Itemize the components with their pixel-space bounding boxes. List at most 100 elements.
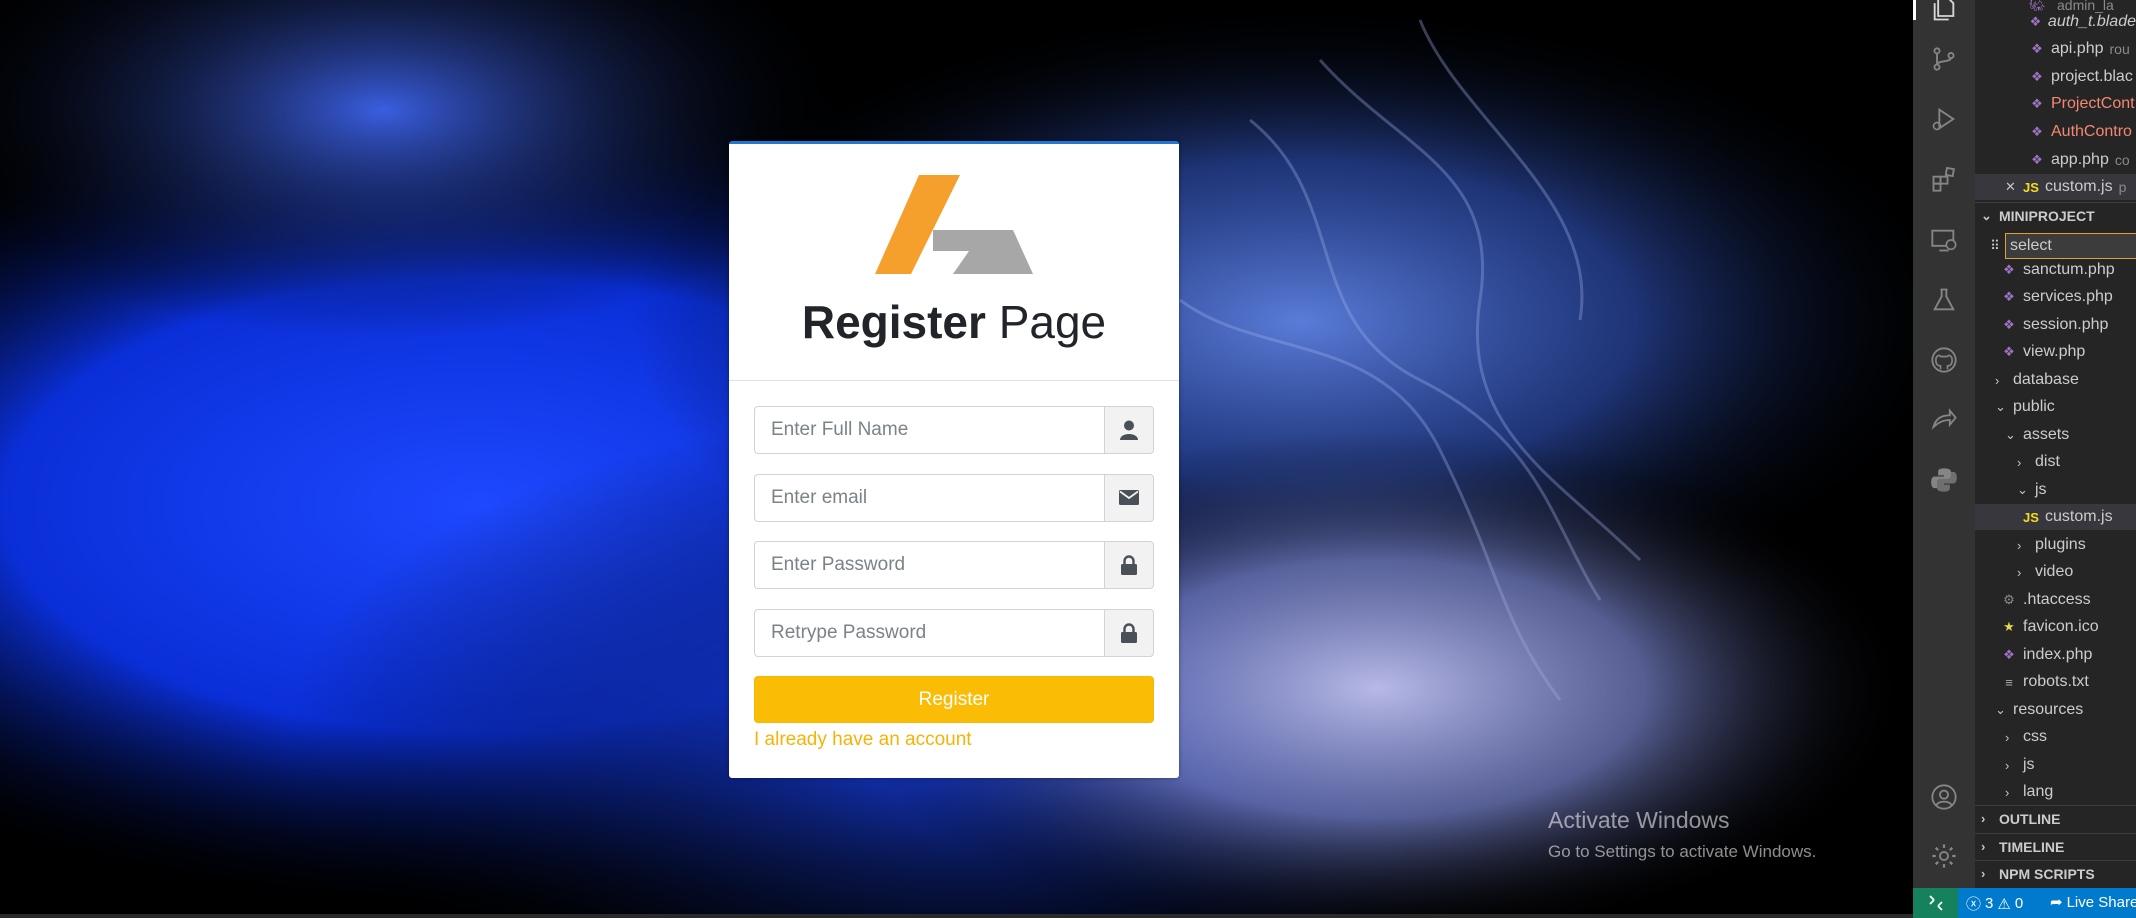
php-icon: ❖ <box>2031 41 2043 56</box>
tree-item[interactable]: ≡ robots.txt <box>1975 669 2136 695</box>
close-icon[interactable]: ✕ <box>2005 179 2019 195</box>
bottom-strip <box>0 914 1913 918</box>
lock-icon <box>1104 541 1154 589</box>
chevron-right-icon: › <box>2005 757 2010 773</box>
tree-item[interactable]: ❖ session.php <box>1975 312 2136 338</box>
tree-item[interactable]: ❖ view.php <box>1975 339 2136 365</box>
retype-password-group <box>754 608 1154 657</box>
live-share-icon[interactable] <box>1929 405 1959 435</box>
password-group <box>754 541 1154 589</box>
tree-item-selected[interactable]: JS custom.js <box>1975 504 2136 530</box>
watermark-title: Activate Windows <box>1548 807 1730 833</box>
tree-item[interactable]: ⚙ .htaccess <box>1975 587 2136 613</box>
tree-folder[interactable]: ⌄ assets <box>1975 422 2136 448</box>
open-editor-item[interactable]: ❖ auth_t.blade <box>1975 9 2136 35</box>
user-icon <box>1104 406 1154 454</box>
php-icon: ❖ <box>2031 152 2043 167</box>
remote-explorer-icon[interactable] <box>1929 225 1959 255</box>
live-share-status[interactable]: ➦ Live Share <box>2050 893 2136 912</box>
active-indicator <box>1913 0 1916 20</box>
outline-section-header[interactable]: › OUTLINE <box>1975 805 2136 831</box>
testing-flask-icon[interactable] <box>1929 285 1959 315</box>
open-editor-item[interactable]: ❖ app.php co <box>1975 147 2136 173</box>
tree-item[interactable]: ❖ services.php <box>1975 284 2136 310</box>
star-icon: ★ <box>2003 619 2015 634</box>
tree-item[interactable]: ★ favicon.ico <box>1975 614 2136 640</box>
chevron-down-icon: ⌄ <box>2005 427 2016 442</box>
open-editor-item[interactable]: ❖ ProjectCont <box>1975 91 2136 117</box>
chevron-down-icon: ⌄ <box>1981 207 1992 223</box>
password-input[interactable] <box>754 541 1104 589</box>
tree-folder[interactable]: › plugins <box>1975 532 2136 558</box>
chevron-right-icon: › <box>1981 811 1986 826</box>
tree-folder[interactable]: › css <box>1975 724 2136 750</box>
js-icon: JS <box>2023 509 2039 525</box>
full-name-input[interactable] <box>754 406 1104 454</box>
chevron-down-icon: ⌄ <box>1995 702 2006 717</box>
tree-folder[interactable]: ⌄ js <box>1975 477 2136 503</box>
chevron-right-icon: › <box>1981 839 1986 854</box>
chevron-right-icon: › <box>2017 564 2022 580</box>
email-group <box>754 473 1154 522</box>
email-input[interactable] <box>754 473 1104 522</box>
chevron-down-icon: ⌄ <box>2017 482 2028 497</box>
lock-icon <box>1104 608 1154 657</box>
open-editor-item-active[interactable]: ✕ JS custom.js p <box>1975 174 2136 200</box>
error-count: 3 <box>1985 895 1994 912</box>
tree-folder[interactable]: › video <box>1975 559 2136 585</box>
tree-folder[interactable]: › lang <box>1975 779 2136 805</box>
python-icon[interactable] <box>1929 465 1959 495</box>
page-title: Register Page <box>729 295 1179 349</box>
warning-count: 0 <box>2014 895 2024 912</box>
tree-folder[interactable]: › dist <box>1975 449 2136 475</box>
status-bar: ⓧ 3 ⚠ 0 ➦ Live Share <box>1913 888 2136 918</box>
php-icon: ❖ <box>2031 69 2043 84</box>
chevron-right-icon: › <box>1981 866 1986 881</box>
settings-gear-icon[interactable] <box>1929 841 1959 871</box>
problems-indicator[interactable]: ⓧ 3 ⚠ 0 <box>1966 893 2023 914</box>
envelope-icon <box>1104 473 1154 522</box>
tree-item[interactable]: ❖ sanctum.php <box>1975 257 2136 283</box>
chevron-right-icon: › <box>2005 784 2010 800</box>
accounts-icon[interactable] <box>1929 782 1959 812</box>
chevron-right-icon: › <box>2017 454 2022 470</box>
php-icon: ❖ <box>2029 14 2042 29</box>
open-editor-item[interactable]: ❖ project.blac <box>1975 64 2136 90</box>
source-control-icon[interactable] <box>1929 44 1959 74</box>
js-icon: JS <box>2023 179 2039 195</box>
project-section-header[interactable]: ⌄ MINIPROJECT <box>1975 202 2136 228</box>
tree-folder[interactable]: ⌄ resources <box>1975 697 2136 723</box>
explorer-icon[interactable] <box>1929 0 1959 24</box>
tree-folder[interactable]: ⌄ public <box>1975 394 2136 420</box>
chevron-right-icon: › <box>2017 537 2022 553</box>
live-share-status-icon: ➦ <box>2050 894 2063 911</box>
chevron-right-icon: › <box>1995 372 2000 388</box>
php-icon: ❖ <box>2031 124 2043 139</box>
open-editor-item[interactable]: ❖ api.php rou <box>1975 36 2136 62</box>
register-card: Register Page Enter Full Name Enter emai… <box>729 141 1179 778</box>
extensions-icon[interactable] <box>1929 164 1959 194</box>
remote-indicator-icon[interactable] <box>1913 888 1958 918</box>
login-link[interactable]: I already have an account <box>754 729 1154 751</box>
text-file-icon: ≡ <box>2005 674 2013 690</box>
tree-folder[interactable]: › js <box>1975 752 2136 778</box>
register-button[interactable]: Register <box>754 676 1154 723</box>
retype-password-input[interactable] <box>754 608 1104 657</box>
brand-logo-icon <box>875 175 1033 274</box>
open-editor-item[interactable]: ❖ AuthContro <box>1975 119 2136 145</box>
title-light: Page <box>998 296 1107 348</box>
vscode-window: 🐘︎ admin_la ❖ auth_t.blade ❖ api.php rou ❖ pr… <box>1913 0 2136 918</box>
grip-icon: ⠿ <box>1990 238 2000 253</box>
browser-viewport: Register Page Enter Full Name Enter emai… <box>0 0 1913 918</box>
tree-item[interactable]: ❖ index.php <box>1975 642 2136 668</box>
live-share-label: Live Share <box>2066 893 2136 911</box>
github-icon[interactable] <box>1929 345 1959 375</box>
npm-scripts-section-header[interactable]: › NPM SCRIPTS <box>1975 860 2136 886</box>
activity-bar <box>1913 0 1975 888</box>
timeline-section-header[interactable]: › TIMELINE <box>1975 833 2136 859</box>
card-header: Register Page <box>729 144 1179 381</box>
explorer-filter-input[interactable] <box>2005 233 2136 259</box>
tree-folder[interactable]: › database <box>1975 367 2136 393</box>
run-debug-icon[interactable] <box>1929 104 1959 134</box>
explorer-sidebar: 🐘︎ admin_la ❖ auth_t.blade ❖ api.php rou ❖ pr… <box>1975 0 2136 888</box>
